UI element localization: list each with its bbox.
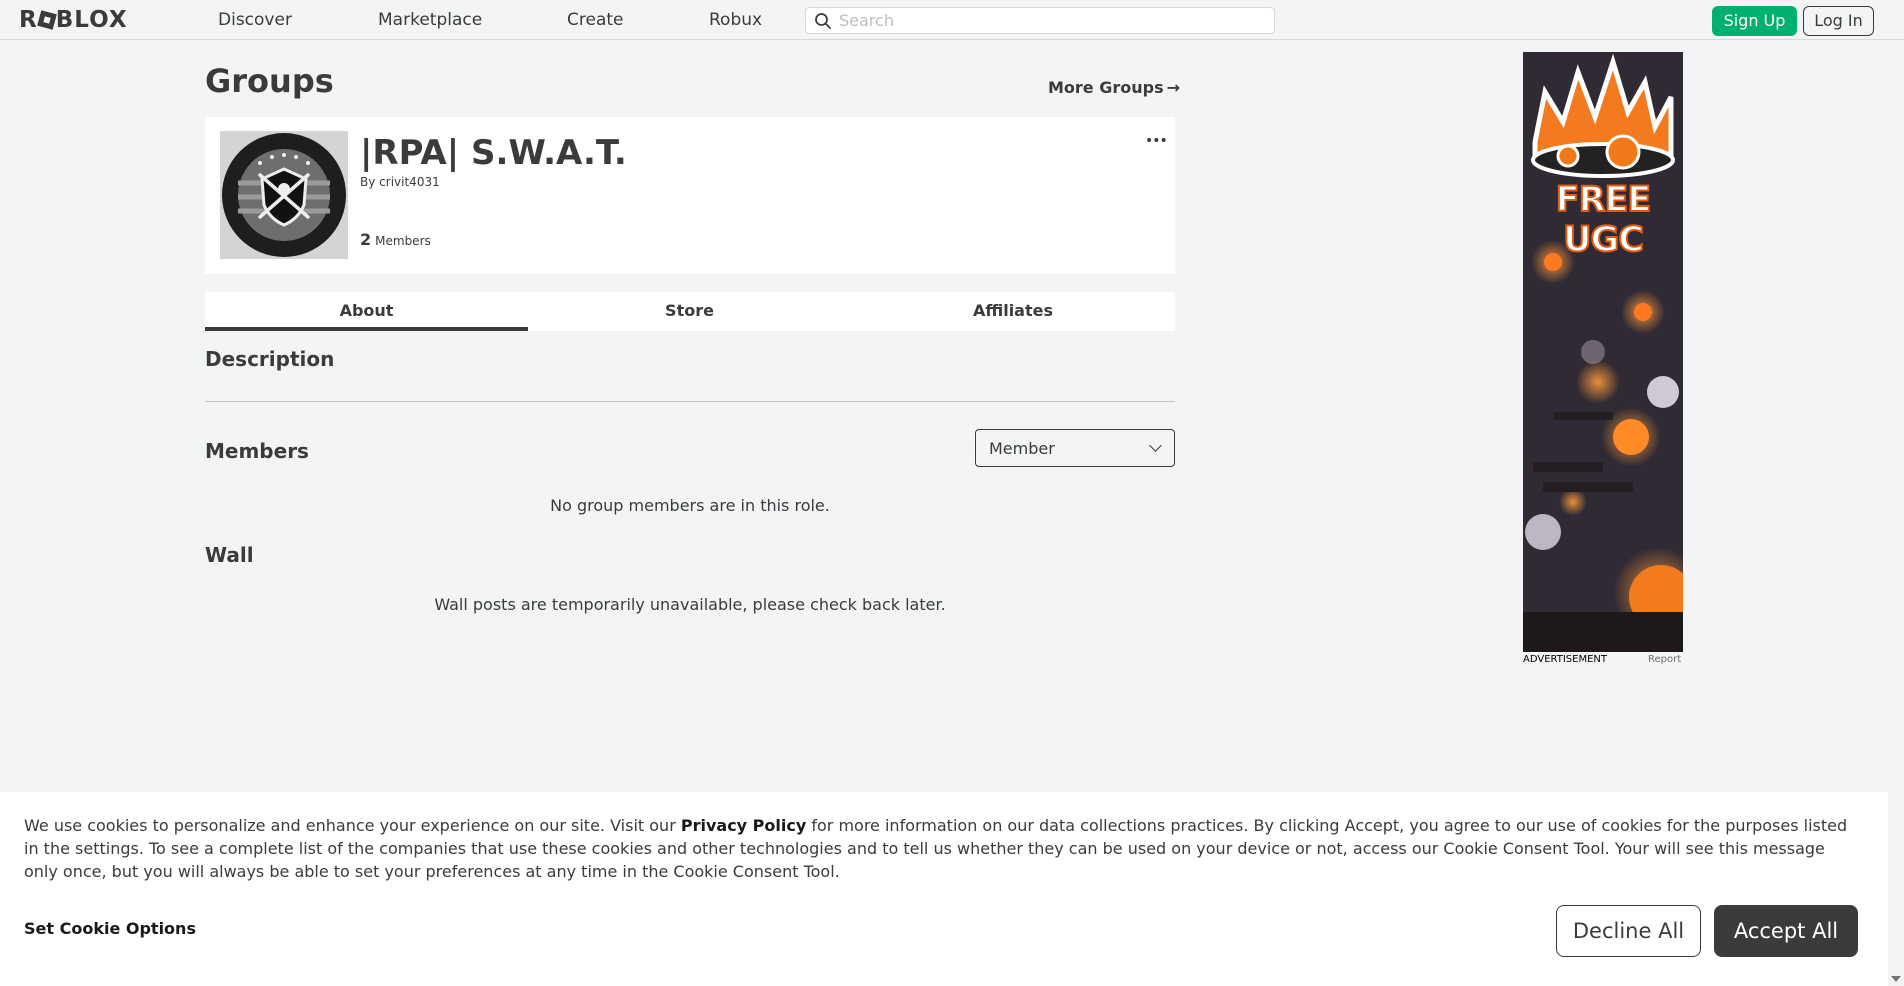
nav-discover[interactable]: Discover <box>218 10 292 30</box>
ad-report-link[interactable]: Report <box>1648 654 1681 665</box>
swat-badge-icon <box>222 133 346 257</box>
search-input[interactable]: Search <box>805 7 1275 34</box>
arrow-right-icon: → <box>1166 78 1181 97</box>
members-heading: Members <box>205 439 309 463</box>
cookie-text-before: We use cookies to personalize and enhanc… <box>24 816 681 835</box>
advertisement-banner[interactable]: FREE UGC <box>1523 52 1683 652</box>
member-count-value: 2 <box>360 230 372 249</box>
more-options-icon[interactable]: ••• <box>1145 133 1168 149</box>
group-owner-line: By crivit4031 <box>360 175 440 189</box>
sign-up-button[interactable]: Sign Up <box>1712 6 1797 36</box>
accept-all-button[interactable]: Accept All <box>1714 905 1858 957</box>
role-selected-value: Member <box>989 439 1055 458</box>
group-name: |RPA| S.W.A.T. <box>360 133 627 173</box>
group-header-card: |RPA| S.W.A.T. By crivit4031 2 Members ••… <box>205 117 1175 274</box>
tab-about[interactable]: About <box>205 292 528 331</box>
nav-create[interactable]: Create <box>567 10 624 30</box>
search-placeholder: Search <box>839 11 894 30</box>
group-tabs: About Store Affiliates <box>205 292 1175 331</box>
nav-robux[interactable]: Robux <box>709 10 762 30</box>
search-icon <box>815 13 831 29</box>
chevron-down-icon <box>1149 439 1162 452</box>
group-member-count: 2 Members <box>360 230 431 249</box>
tab-store[interactable]: Store <box>528 292 851 331</box>
scroll-down-arrow-icon[interactable] <box>1891 976 1901 982</box>
group-emblem <box>220 131 348 259</box>
top-navigation: R BLOX Discover Marketplace Create Robux … <box>0 0 1904 40</box>
more-groups-label: More Groups <box>1048 78 1164 97</box>
privacy-policy-link[interactable]: Privacy Policy <box>681 816 806 835</box>
description-heading: Description <box>205 347 335 371</box>
owner-link[interactable]: crivit4031 <box>379 175 440 189</box>
cookie-message: We use cookies to personalize and enhanc… <box>24 814 1854 883</box>
cookie-consent-banner: We use cookies to personalize and enhanc… <box>0 792 1888 986</box>
wall-heading: Wall <box>205 543 254 567</box>
role-dropdown[interactable]: Member <box>975 429 1175 467</box>
wall-unavailable-message: Wall posts are temporarily unavailable, … <box>434 595 946 614</box>
no-members-message: No group members are in this role. <box>550 496 830 515</box>
page-scrollbar[interactable] <box>1888 40 1904 986</box>
tab-affiliates[interactable]: Affiliates <box>851 292 1175 331</box>
by-label: By <box>360 175 376 189</box>
members-label: Members <box>375 234 431 248</box>
set-cookie-options-link[interactable]: Set Cookie Options <box>24 919 196 938</box>
page-title: Groups <box>205 62 334 100</box>
advertisement-label: ADVERTISEMENT <box>1523 654 1608 665</box>
section-divider <box>205 401 1175 402</box>
more-groups-link[interactable]: More Groups → <box>1048 78 1180 97</box>
nav-marketplace[interactable]: Marketplace <box>378 10 482 30</box>
log-in-button[interactable]: Log In <box>1803 6 1874 36</box>
ad-artwork <box>1523 52 1683 652</box>
roblox-logo[interactable]: R BLOX <box>19 6 128 34</box>
decline-all-button[interactable]: Decline All <box>1556 905 1701 957</box>
ad-headline: FREE UGC <box>1555 179 1653 261</box>
